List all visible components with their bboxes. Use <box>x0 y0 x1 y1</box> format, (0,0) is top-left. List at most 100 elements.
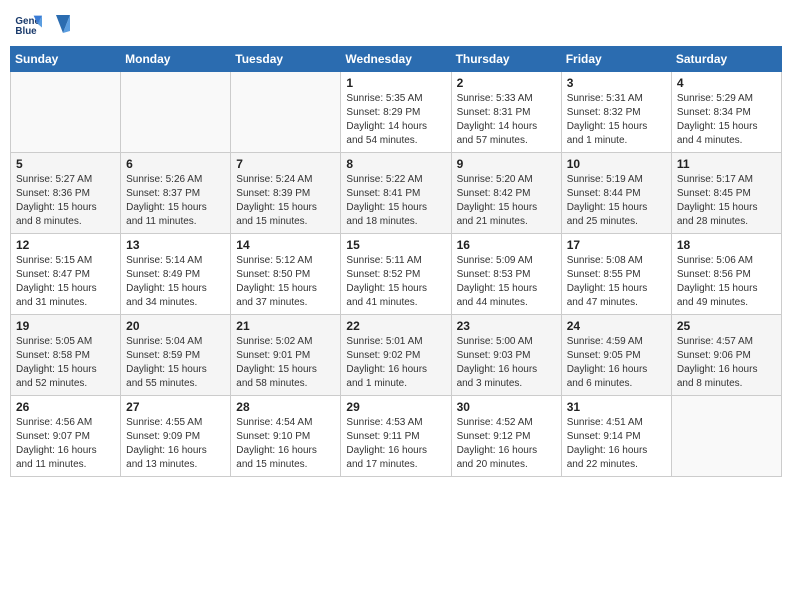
calendar-week-row: 19 Sunrise: 5:05 AMSunset: 8:58 PMDayligh… <box>11 315 782 396</box>
day-number: 24 <box>567 319 666 333</box>
calendar-cell <box>231 72 341 153</box>
day-number: 14 <box>236 238 335 252</box>
weekday-header-sunday: Sunday <box>11 47 121 72</box>
calendar-cell: 5Sunrise: 5:27 AMSunset: 8:36 PMDaylight… <box>11 153 121 234</box>
calendar-cell: 7 Sunrise: 5:24 AMSunset: 8:39 PMDaylight… <box>231 153 341 234</box>
calendar-cell: 3 Sunrise: 5:31 AMSunset: 8:32 PMDaylight… <box>561 72 671 153</box>
calendar-cell: 6 Sunrise: 5:26 AMSunset: 8:37 PMDaylight… <box>121 153 231 234</box>
day-number: 12 <box>16 238 115 252</box>
day-number: 8 <box>346 157 445 171</box>
day-number: 18 <box>677 238 776 252</box>
day-number: 26 <box>16 400 115 414</box>
day-number: 5 <box>16 157 115 171</box>
day-info: Sunrise: 5:24 AMSunset: 8:39 PMDaylight:… <box>236 173 335 229</box>
day-info: Sunrise: 5:22 AMSunset: 8:41 PMDaylight:… <box>346 173 445 229</box>
day-number: 30 <box>457 400 556 414</box>
day-number: 9 <box>457 157 556 171</box>
day-info: Sunrise: 4:56 AMSunset: 9:07 PMDaylight:… <box>16 416 115 472</box>
day-info: Sunrise: 5:02 AMSunset: 9:01 PMDaylight:… <box>236 335 335 391</box>
day-info: Sunrise: 5:04 AMSunset: 8:59 PMDaylight:… <box>126 335 225 391</box>
day-info: Sunrise: 4:52 AMSunset: 9:12 PMDaylight:… <box>457 416 556 472</box>
calendar-cell: 19 Sunrise: 5:05 AMSunset: 8:58 PMDayligh… <box>11 315 121 396</box>
logo-icon: General Blue <box>14 10 42 38</box>
calendar-cell: 20Sunrise: 5:04 AMSunset: 8:59 PMDayligh… <box>121 315 231 396</box>
calendar-cell: 16Sunrise: 5:09 AMSunset: 8:53 PMDayligh… <box>451 234 561 315</box>
day-number: 4 <box>677 76 776 90</box>
calendar-cell: 27 Sunrise: 4:55 AMSunset: 9:09 PMDayligh… <box>121 396 231 477</box>
day-number: 22 <box>346 319 445 333</box>
calendar-cell: 30 Sunrise: 4:52 AMSunset: 9:12 PMDayligh… <box>451 396 561 477</box>
calendar-cell: 13 Sunrise: 5:14 AMSunset: 8:49 PMDayligh… <box>121 234 231 315</box>
day-info: Sunrise: 5:11 AMSunset: 8:52 PMDaylight:… <box>346 254 445 310</box>
day-number: 7 <box>236 157 335 171</box>
day-info: Sunrise: 4:57 AMSunset: 9:06 PMDaylight:… <box>677 335 776 391</box>
calendar-cell: 11 Sunrise: 5:17 AMSunset: 8:45 PMDayligh… <box>671 153 781 234</box>
calendar-cell <box>11 72 121 153</box>
calendar-week-row: 26 Sunrise: 4:56 AMSunset: 9:07 PMDayligh… <box>11 396 782 477</box>
calendar-cell: 28Sunrise: 4:54 AMSunset: 9:10 PMDayligh… <box>231 396 341 477</box>
day-number: 21 <box>236 319 335 333</box>
day-info: Sunrise: 5:19 AMSunset: 8:44 PMDaylight:… <box>567 173 666 229</box>
day-number: 11 <box>677 157 776 171</box>
calendar-cell: 4 Sunrise: 5:29 AMSunset: 8:34 PMDaylight… <box>671 72 781 153</box>
day-info: Sunrise: 5:06 AMSunset: 8:56 PMDaylight:… <box>677 254 776 310</box>
calendar-cell: 9 Sunrise: 5:20 AMSunset: 8:42 PMDaylight… <box>451 153 561 234</box>
day-info: Sunrise: 5:33 AMSunset: 8:31 PMDaylight:… <box>457 92 556 148</box>
logo: General Blue <box>14 10 70 38</box>
calendar-body: 1Sunrise: 5:35 AMSunset: 8:29 PMDaylight… <box>11 72 782 477</box>
day-info: Sunrise: 4:54 AMSunset: 9:10 PMDaylight:… <box>236 416 335 472</box>
day-info: Sunrise: 5:15 AMSunset: 8:47 PMDaylight:… <box>16 254 115 310</box>
day-info: Sunrise: 5:31 AMSunset: 8:32 PMDaylight:… <box>567 92 666 148</box>
weekday-header-friday: Friday <box>561 47 671 72</box>
day-info: Sunrise: 5:29 AMSunset: 8:34 PMDaylight:… <box>677 92 776 148</box>
calendar-cell: 31 Sunrise: 4:51 AMSunset: 9:14 PMDayligh… <box>561 396 671 477</box>
day-info: Sunrise: 5:01 AMSunset: 9:02 PMDaylight:… <box>346 335 445 391</box>
calendar-cell: 8 Sunrise: 5:22 AMSunset: 8:41 PMDaylight… <box>341 153 451 234</box>
calendar-cell: 10 Sunrise: 5:19 AMSunset: 8:44 PMDayligh… <box>561 153 671 234</box>
day-number: 6 <box>126 157 225 171</box>
calendar-cell: 21 Sunrise: 5:02 AMSunset: 9:01 PMDayligh… <box>231 315 341 396</box>
day-info: Sunrise: 4:51 AMSunset: 9:14 PMDaylight:… <box>567 416 666 472</box>
day-number: 27 <box>126 400 225 414</box>
calendar-cell: 25 Sunrise: 4:57 AMSunset: 9:06 PMDayligh… <box>671 315 781 396</box>
calendar-cell: 23 Sunrise: 5:00 AMSunset: 9:03 PMDayligh… <box>451 315 561 396</box>
calendar-cell: 2 Sunrise: 5:33 AMSunset: 8:31 PMDaylight… <box>451 72 561 153</box>
day-info: Sunrise: 4:59 AMSunset: 9:05 PMDaylight:… <box>567 335 666 391</box>
calendar-cell: 24 Sunrise: 4:59 AMSunset: 9:05 PMDayligh… <box>561 315 671 396</box>
day-info: Sunrise: 5:00 AMSunset: 9:03 PMDaylight:… <box>457 335 556 391</box>
calendar-cell: 22 Sunrise: 5:01 AMSunset: 9:02 PMDayligh… <box>341 315 451 396</box>
day-info: Sunrise: 4:53 AMSunset: 9:11 PMDaylight:… <box>346 416 445 472</box>
calendar-week-row: 5Sunrise: 5:27 AMSunset: 8:36 PMDaylight… <box>11 153 782 234</box>
day-number: 25 <box>677 319 776 333</box>
day-info: Sunrise: 5:20 AMSunset: 8:42 PMDaylight:… <box>457 173 556 229</box>
day-info: Sunrise: 5:08 AMSunset: 8:55 PMDaylight:… <box>567 254 666 310</box>
day-number: 10 <box>567 157 666 171</box>
calendar-cell <box>671 396 781 477</box>
day-info: Sunrise: 4:55 AMSunset: 9:09 PMDaylight:… <box>126 416 225 472</box>
day-number: 3 <box>567 76 666 90</box>
day-info: Sunrise: 5:17 AMSunset: 8:45 PMDaylight:… <box>677 173 776 229</box>
calendar-week-row: 1Sunrise: 5:35 AMSunset: 8:29 PMDaylight… <box>11 72 782 153</box>
svg-text:Blue: Blue <box>15 26 37 37</box>
calendar-cell: 17Sunrise: 5:08 AMSunset: 8:55 PMDayligh… <box>561 234 671 315</box>
weekday-header-row: SundayMondayTuesdayWednesdayThursdayFrid… <box>11 47 782 72</box>
day-info: Sunrise: 5:14 AMSunset: 8:49 PMDaylight:… <box>126 254 225 310</box>
day-number: 31 <box>567 400 666 414</box>
header: General Blue <box>10 10 782 38</box>
day-number: 1 <box>346 76 445 90</box>
calendar-cell: 14Sunrise: 5:12 AMSunset: 8:50 PMDayligh… <box>231 234 341 315</box>
day-number: 19 <box>16 319 115 333</box>
day-number: 23 <box>457 319 556 333</box>
weekday-header-wednesday: Wednesday <box>341 47 451 72</box>
day-number: 15 <box>346 238 445 252</box>
day-number: 2 <box>457 76 556 90</box>
calendar-cell: 29 Sunrise: 4:53 AMSunset: 9:11 PMDayligh… <box>341 396 451 477</box>
logo-triangle-icon <box>48 13 70 35</box>
day-number: 13 <box>126 238 225 252</box>
day-info: Sunrise: 5:05 AMSunset: 8:58 PMDaylight:… <box>16 335 115 391</box>
calendar-cell: 12 Sunrise: 5:15 AMSunset: 8:47 PMDayligh… <box>11 234 121 315</box>
calendar-cell: 26 Sunrise: 4:56 AMSunset: 9:07 PMDayligh… <box>11 396 121 477</box>
day-info: Sunrise: 5:26 AMSunset: 8:37 PMDaylight:… <box>126 173 225 229</box>
day-number: 29 <box>346 400 445 414</box>
calendar-table: SundayMondayTuesdayWednesdayThursdayFrid… <box>10 46 782 477</box>
